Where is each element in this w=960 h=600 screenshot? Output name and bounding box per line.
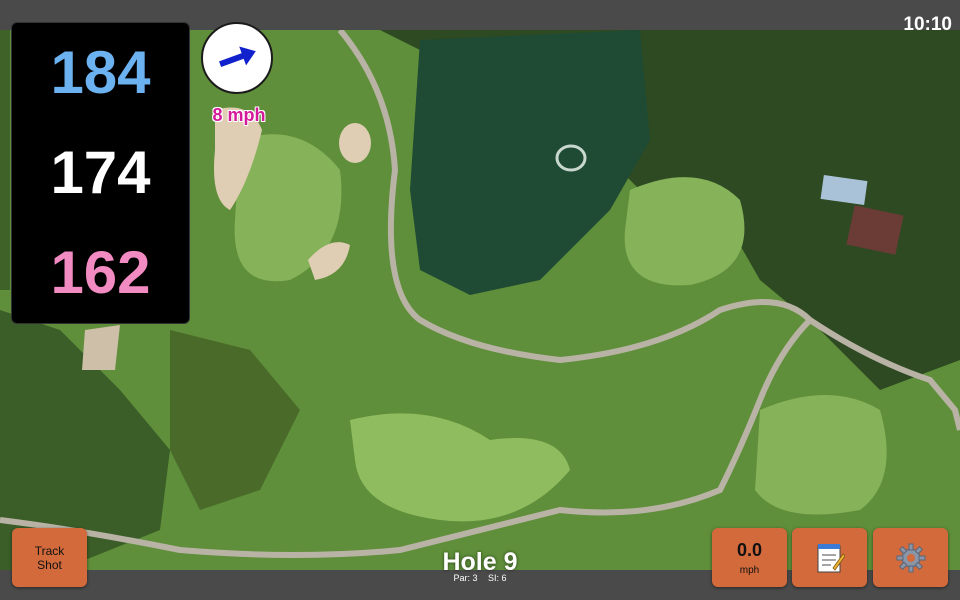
notepad-icon [817, 543, 845, 572]
distance-front: 162 [50, 239, 151, 306]
notes-button[interactable] [792, 528, 867, 587]
distance-panel: 184 174 162 [11, 22, 190, 324]
track-shot-label-line1: Track [34, 543, 65, 558]
hole-info: Hole 9 Par: 3 SI: 6 [380, 549, 580, 583]
speed-unit: mph [739, 564, 760, 576]
distance-back: 184 [50, 39, 151, 106]
arrow-right-icon [219, 46, 256, 67]
hole-stroke-index: SI: 6 [488, 573, 507, 583]
track-shot-label-line2: Shot [37, 557, 62, 572]
settings-button[interactable] [873, 528, 948, 587]
hole-title: Hole 9 [442, 548, 518, 576]
wind-speed: 8 mph [212, 105, 266, 125]
wind-indicator [201, 22, 273, 94]
track-shot-button[interactable]: Track Shot [12, 528, 87, 587]
hole-par: Par: 3 [453, 573, 478, 583]
clock: 10:10 [903, 14, 952, 35]
distance-center: 174 [50, 139, 151, 206]
gear-icon [896, 543, 925, 572]
speed-button[interactable]: 0.0 mph [712, 528, 787, 587]
hole-meta: Par: 3 SI: 6 [380, 573, 580, 583]
speed-value: 0.0 [736, 539, 763, 560]
